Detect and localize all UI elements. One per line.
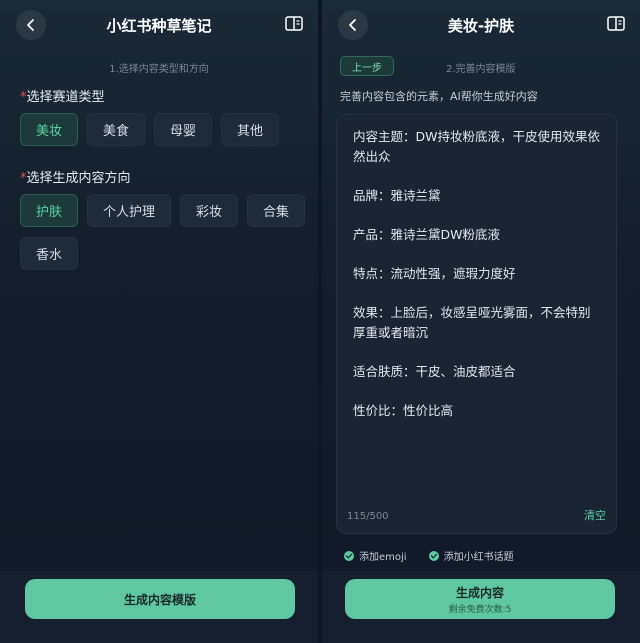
- right-screen: 美妆-护肤 上一步 2.完善内容模版 完善内容包含的元素，AI帮你生成好内容 内…: [322, 0, 640, 643]
- track-chip-beauty[interactable]: 美妆: [20, 113, 79, 146]
- track-options: 美妆 美食 母婴 其他: [20, 113, 308, 146]
- generate-content-label: 生成内容: [455, 585, 504, 600]
- content-textarea[interactable]: 内容主题：DW持妆粉底液，干皮使用效果依然出众 品牌：雅诗兰黛 产品：雅诗兰黛D…: [336, 114, 617, 534]
- generate-content-button[interactable]: 生成内容 剩余免费次数:5: [345, 579, 615, 619]
- nav-bar: 美妆-护肤: [322, 0, 640, 50]
- track-label: 选择赛道类型: [26, 90, 105, 105]
- bottom-bar: 生成内容模版: [0, 571, 318, 643]
- chevron-left-icon: [349, 19, 356, 31]
- track-section-label: *选择赛道类型: [20, 86, 105, 105]
- bottom-bar: 生成内容 剩余免费次数:5: [322, 571, 640, 643]
- char-counter: 115/500: [347, 511, 389, 522]
- track-chip-maternal[interactable]: 母婴: [154, 113, 213, 146]
- content-line-topic: 内容主题：DW持妆粉底液，干皮使用效果依然出众: [353, 129, 600, 164]
- back-button[interactable]: [16, 10, 46, 40]
- direction-options: 护肤 个人护理 彩妆 合集 香水: [20, 194, 308, 270]
- content-line-feature: 特点：流动性强，遮瑕力度好: [353, 266, 516, 281]
- track-chip-other[interactable]: 其他: [221, 113, 280, 146]
- direction-chip-makeup[interactable]: 彩妆: [180, 194, 239, 227]
- add-topic-option[interactable]: 添加小红书话题: [428, 548, 514, 563]
- book-icon: [607, 16, 625, 31]
- options-row: 添加emoji 添加小红书话题: [344, 548, 514, 563]
- direction-chip-perfume[interactable]: 香水: [20, 237, 79, 270]
- previous-step-button[interactable]: 上一步: [340, 56, 394, 76]
- track-chip-food[interactable]: 美食: [87, 113, 146, 146]
- book-icon: [285, 16, 303, 31]
- direction-chip-collection[interactable]: 合集: [247, 194, 306, 227]
- clear-button[interactable]: 清空: [584, 507, 606, 523]
- nav-bar: 小红书种草笔记: [0, 0, 318, 50]
- add-emoji-option[interactable]: 添加emoji: [344, 548, 407, 563]
- step-hint: 1.选择内容类型和方向: [109, 64, 209, 75]
- generate-template-button[interactable]: 生成内容模版: [25, 579, 295, 619]
- direction-section-label: *选择生成内容方向: [20, 167, 131, 186]
- left-screen: 小红书种草笔记 1.选择内容类型和方向 *选择赛道类型 美妆 美食 母婴 其他 …: [0, 0, 318, 643]
- back-button[interactable]: [338, 10, 368, 40]
- guide-button[interactable]: [284, 14, 304, 34]
- add-topic-label: 添加小红书话题: [443, 552, 514, 563]
- step-hint: 2.完善内容模版: [446, 64, 516, 75]
- direction-chip-skincare[interactable]: 护肤: [20, 194, 79, 227]
- content-line-effect: 效果：上脸后，妆感呈哑光雾面，不会特别厚重或者暗沉: [353, 305, 591, 340]
- check-circle-icon: [344, 550, 354, 561]
- description: 完善内容包含的元素，AI帮你生成好内容: [340, 90, 538, 103]
- add-emoji-label: 添加emoji: [359, 552, 407, 563]
- guide-button[interactable]: [606, 14, 626, 34]
- content-line-value: 性价比：性价比高: [353, 403, 454, 418]
- page-title: 美妆-护肤: [447, 16, 515, 35]
- direction-label: 选择生成内容方向: [26, 171, 131, 186]
- check-circle-icon: [428, 550, 439, 561]
- remaining-count: 剩余免费次数:5: [448, 604, 512, 615]
- page-title: 小红书种草笔记: [106, 16, 212, 35]
- content-line-brand: 品牌：雅诗兰黛: [353, 188, 441, 203]
- chevron-left-icon: [27, 19, 34, 31]
- content-line-product: 产品：雅诗兰黛DW粉底液: [353, 227, 500, 242]
- direction-chip-personal-care[interactable]: 个人护理: [87, 194, 172, 227]
- content-line-skin-type: 适合肤质：干皮、油皮都适合: [353, 364, 516, 379]
